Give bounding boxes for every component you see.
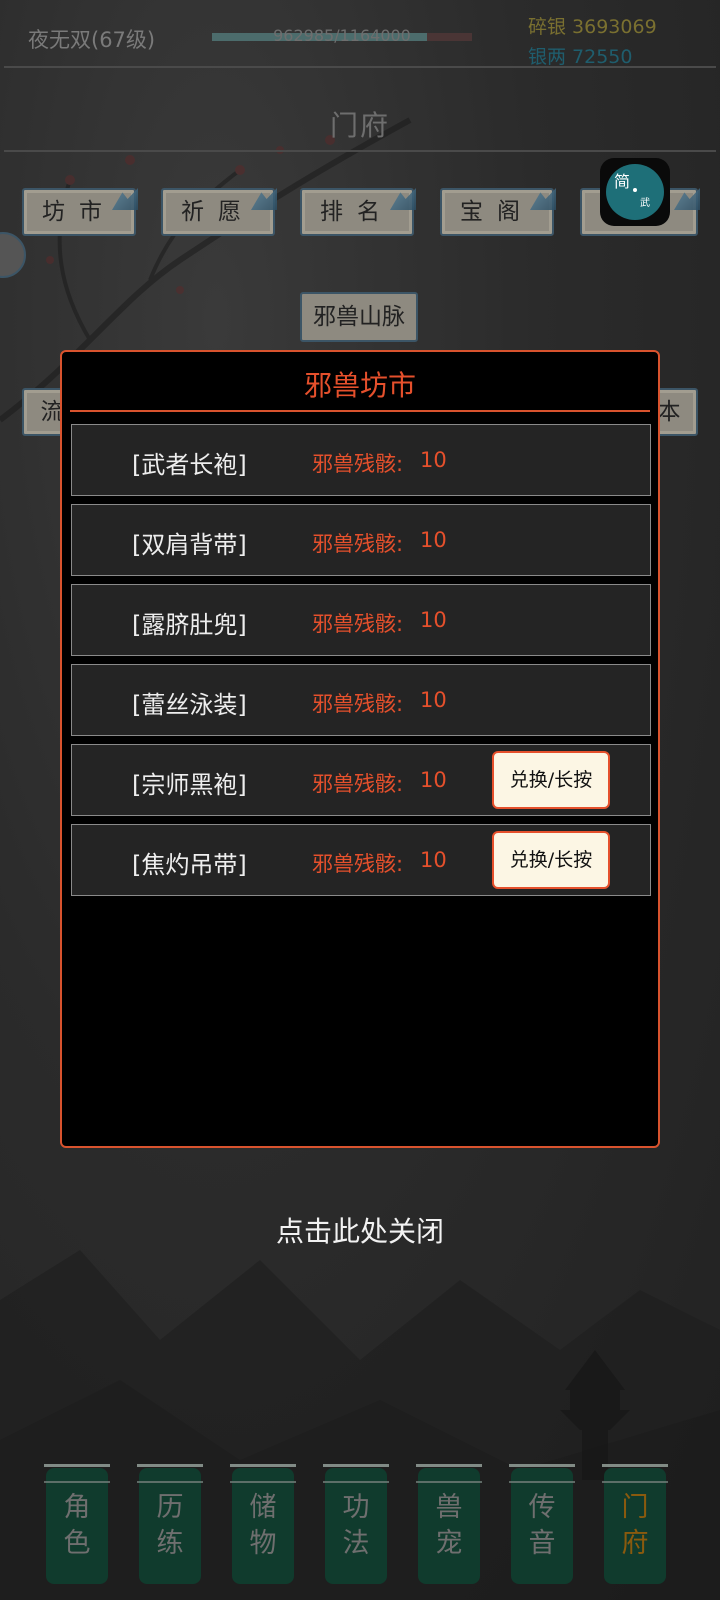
- item-name: [双肩背带]: [132, 531, 247, 559]
- item-cost-label: 邪兽残骸:: [312, 452, 404, 476]
- logo-text-sub: 武: [640, 198, 650, 209]
- nav-cloud-decoration: [416, 1464, 482, 1483]
- nav-label: 功 法: [342, 1492, 370, 1559]
- nav-pets[interactable]: 兽 宠: [416, 1464, 482, 1584]
- shop-item-row: [宗师黑袍] 邪兽残骸: 10 兑换/长按: [71, 744, 651, 816]
- item-name: [焦灼吊带]: [132, 851, 247, 879]
- menu-label: 本: [657, 399, 681, 425]
- exchange-button[interactable]: 兑换/长按: [492, 831, 610, 889]
- menu-wish-button[interactable]: 祈愿: [161, 188, 277, 236]
- item-cost-label: 邪兽残骸:: [312, 692, 404, 716]
- shop-item-row: [武者长袍] 邪兽残骸: 10: [71, 424, 651, 496]
- nav-cloud-decoration: [137, 1464, 203, 1483]
- modal-title-divider: [70, 410, 650, 412]
- item-cost-value: 10: [420, 448, 447, 472]
- menu-beast-mountain-button[interactable]: 邪兽山脉: [300, 292, 418, 342]
- menu-treasure-button[interactable]: 宝阁: [440, 188, 556, 236]
- beast-market-modal: 邪兽坊市 [武者长袍] 邪兽残骸: 10 [双肩背带] 邪兽残骸: 10 [露脐…: [60, 350, 660, 1148]
- item-name: [宗师黑袍]: [132, 771, 247, 799]
- xp-text: 962985/1164000: [273, 26, 411, 45]
- nav-training[interactable]: 历 练: [137, 1464, 203, 1584]
- player-name: 夜无双(67级): [28, 28, 156, 52]
- nav-cloud-decoration: [602, 1464, 668, 1483]
- item-name: [武者长袍]: [132, 451, 247, 479]
- nav-label: 历 练: [156, 1492, 184, 1559]
- nav-character[interactable]: 角 色: [44, 1464, 110, 1584]
- nav-cloud-decoration: [509, 1464, 575, 1483]
- item-cost-value: 10: [420, 608, 447, 632]
- logo-dot: [633, 188, 637, 192]
- currency-silver-taels: 银两 72550: [528, 46, 633, 68]
- item-name: [露脐肚兜]: [132, 611, 247, 639]
- item-cost-value: 10: [420, 848, 447, 872]
- shop-item-row: [露脐肚兜] 邪兽残骸: 10: [71, 584, 651, 656]
- nav-cloud-decoration: [323, 1464, 389, 1483]
- item-cost-label: 邪兽残骸:: [312, 532, 404, 556]
- nav-label: 兽 宠: [435, 1492, 463, 1559]
- shop-item-row: [焦灼吊带] 邪兽残骸: 10 兑换/长按: [71, 824, 651, 896]
- item-cost-value: 10: [420, 768, 447, 792]
- close-modal-hint[interactable]: 点击此处关闭: [0, 1210, 720, 1250]
- title-divider: [4, 150, 716, 152]
- shop-item-row: [蕾丝泳装] 邪兽残骸: 10: [71, 664, 651, 736]
- pagoda-decoration: [560, 1350, 630, 1480]
- nav-storage[interactable]: 储 物: [230, 1464, 296, 1584]
- menu-label: 宝阁: [460, 199, 534, 225]
- nav-label: 门 府: [621, 1492, 649, 1559]
- item-name: [蕾丝泳装]: [132, 691, 247, 719]
- menu-label: 祈愿: [181, 199, 255, 225]
- currency-broken-silver: 碎银 3693069: [528, 16, 657, 38]
- nav-label: 传 音: [528, 1492, 556, 1559]
- nav-label: 角 色: [63, 1492, 91, 1559]
- nav-skills[interactable]: 功 法: [323, 1464, 389, 1584]
- menu-label: 排名: [320, 199, 394, 225]
- item-cost-label: 邪兽残骸:: [312, 852, 404, 876]
- menu-label: 坊市: [42, 199, 116, 225]
- exchange-button[interactable]: 兑换/长按: [492, 751, 610, 809]
- header-divider: [4, 66, 716, 68]
- nav-cloud-decoration: [44, 1464, 110, 1483]
- menu-market-button[interactable]: 坊市: [22, 188, 138, 236]
- floating-app-logo[interactable]: 简 武: [600, 158, 670, 226]
- modal-title: 邪兽坊市: [303, 369, 416, 402]
- section-title: 门府: [329, 109, 390, 142]
- item-cost-label: 邪兽残骸:: [312, 772, 404, 796]
- item-cost-label: 邪兽残骸:: [312, 612, 404, 636]
- nav-mansion[interactable]: 门 府: [602, 1464, 668, 1584]
- shop-item-row: [双肩背带] 邪兽残骸: 10: [71, 504, 651, 576]
- nav-cloud-decoration: [230, 1464, 296, 1483]
- item-cost-value: 10: [420, 688, 447, 712]
- nav-label: 储 物: [249, 1492, 277, 1559]
- logo-text-main: 简: [614, 172, 631, 191]
- nav-messages[interactable]: 传 音: [509, 1464, 575, 1584]
- menu-ranking-button[interactable]: 排名: [300, 188, 416, 236]
- mountain-corner-icon: [674, 188, 700, 210]
- top-status-bar: 夜无双(67级) 962985/1164000 碎银 3693069 银两 72…: [0, 0, 720, 68]
- item-cost-value: 10: [420, 528, 447, 552]
